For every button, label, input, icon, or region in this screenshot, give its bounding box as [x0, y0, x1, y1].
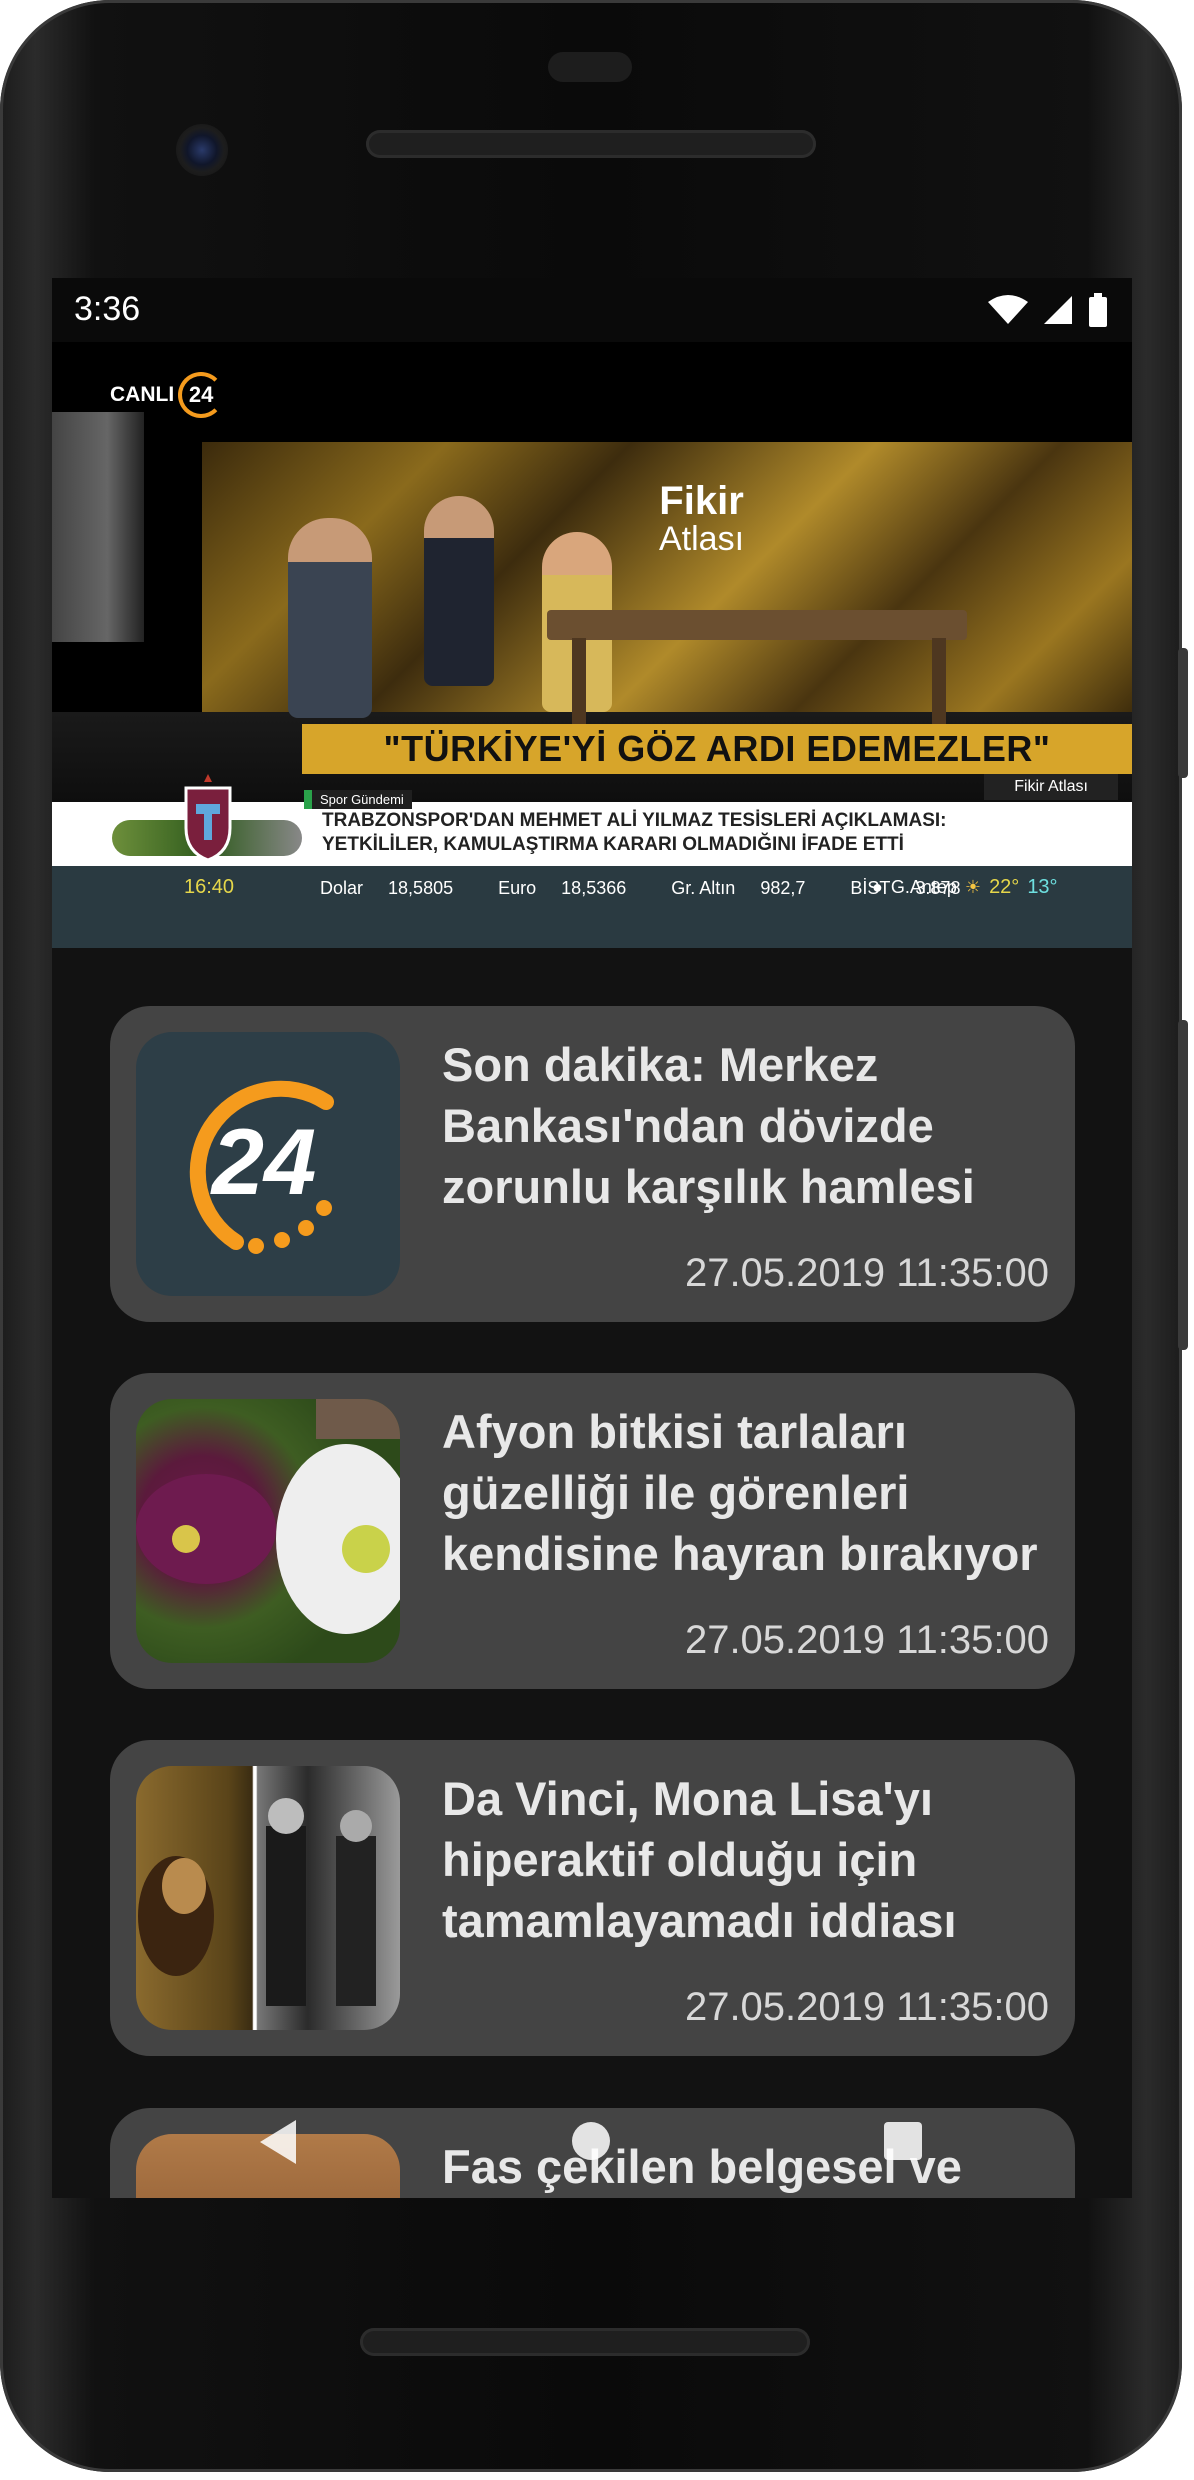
battery-icon — [1089, 293, 1107, 327]
bottom-speaker — [360, 2328, 810, 2356]
temp-high: 22° — [989, 876, 1020, 898]
market-dolar: Dolar 18,5805 — [320, 878, 454, 898]
volume-button — [1178, 1020, 1188, 1350]
phone-frame: 3:36 CANLI 24 Fikir Atlası "TÜRKİYE'Yİ G… — [0, 0, 1188, 2472]
market-euro: Euro 18,5366 — [498, 878, 627, 898]
location-pin-icon: ● — [872, 877, 883, 897]
headline-banner: "TÜRKİYE'Yİ GÖZ ARDI EDEMEZLER" — [302, 724, 1132, 774]
news-card[interactable]: 24 Son dakika: Merkez Bankası'ndan döviz… — [110, 1006, 1075, 1322]
news-title: Son dakika: Merkez Bankası'ndan dövizde … — [442, 1038, 975, 1213]
recents-icon[interactable] — [884, 2122, 922, 2160]
program-tag: Fikir Atlası — [984, 774, 1118, 800]
news-card[interactable]: Afyon bitkisi tarlaları güzelliği ile gö… — [110, 1373, 1075, 1689]
partly-cloudy-icon: ☀ — [964, 877, 982, 897]
team-crest-icon — [184, 774, 232, 862]
temp-low: 13° — [1027, 876, 1058, 898]
program-title: Fikir Atlası — [659, 479, 745, 558]
ticker-text-line-1: TRABZONSPOR'DAN MEHMET ALİ YILMAZ TESİSL… — [322, 810, 947, 831]
status-time: 3:36 — [74, 290, 141, 328]
news-thumbnail: 24 — [136, 1032, 400, 1296]
news-card[interactable]: Da Vinci, Mona Lisa'yı hiperaktif olduğu… — [110, 1740, 1075, 2056]
news-date: 27.05.2019 11:35:00 — [684, 1985, 1049, 2029]
side-screen — [52, 412, 144, 642]
svg-text:24: 24 — [210, 1109, 317, 1214]
back-icon[interactable] — [260, 2120, 296, 2164]
channel-logo: CANLI 24 — [110, 372, 225, 418]
ticker-text-line-2: YETKİLİLER, KAMULAŞTIRMA KARARI OLMADIĞI… — [322, 834, 904, 855]
poppy-flowers-image — [136, 1399, 400, 1634]
host-center — [424, 496, 494, 686]
signal-icon — [1044, 296, 1072, 324]
channel-24-logo-icon: 24 — [189, 1080, 334, 1254]
news-thumbnail — [136, 1399, 400, 1663]
news-ticker: Spor Gündemi TRABZONSPOR'DAN MEHMET ALİ … — [52, 774, 1132, 866]
wifi-icon — [988, 295, 1028, 324]
guest-left — [288, 518, 372, 718]
channel-24-icon: 24 — [178, 372, 225, 418]
broadcast-time: 16:40 — [184, 876, 235, 898]
screen: 3:36 CANLI 24 Fikir Atlası "TÜRKİYE'Yİ G… — [52, 278, 1132, 2198]
top-speaker — [366, 130, 816, 158]
live-label: CANLI — [110, 383, 175, 406]
live-video-player[interactable]: CANLI 24 Fikir Atlası "TÜRKİYE'Yİ GÖZ AR… — [52, 342, 1132, 948]
studio-table — [547, 610, 967, 640]
news-thumbnail — [136, 1766, 400, 2030]
weather: ● G.Antep ☀ 22° 13° — [872, 876, 1058, 899]
news-title: Da Vinci, Mona Lisa'yı hiperaktif olduğu… — [442, 1772, 957, 1947]
news-title: Afyon bitkisi tarlaları güzelliği ile gö… — [442, 1405, 1038, 1580]
ticker-category: Spor Gündemi — [304, 790, 412, 809]
home-icon[interactable] — [572, 2122, 610, 2160]
mona-lisa-collage-image — [138, 1798, 376, 2006]
weather-city: G.Antep — [890, 877, 957, 897]
power-button — [1178, 648, 1188, 778]
news-date: 27.05.2019 11:35:00 — [684, 1251, 1049, 1295]
info-bar: 16:40 Dolar 18,5805 Euro 18,5366 Gr. Alt… — [52, 866, 1132, 948]
status-bar: 3:36 — [52, 278, 1132, 342]
front-camera — [176, 124, 228, 176]
system-nav-bar — [52, 2078, 1132, 2198]
news-date: 27.05.2019 11:35:00 — [684, 1618, 1049, 1662]
earpiece — [548, 52, 632, 82]
market-gold: Gr. Altın 982,7 — [671, 878, 806, 898]
